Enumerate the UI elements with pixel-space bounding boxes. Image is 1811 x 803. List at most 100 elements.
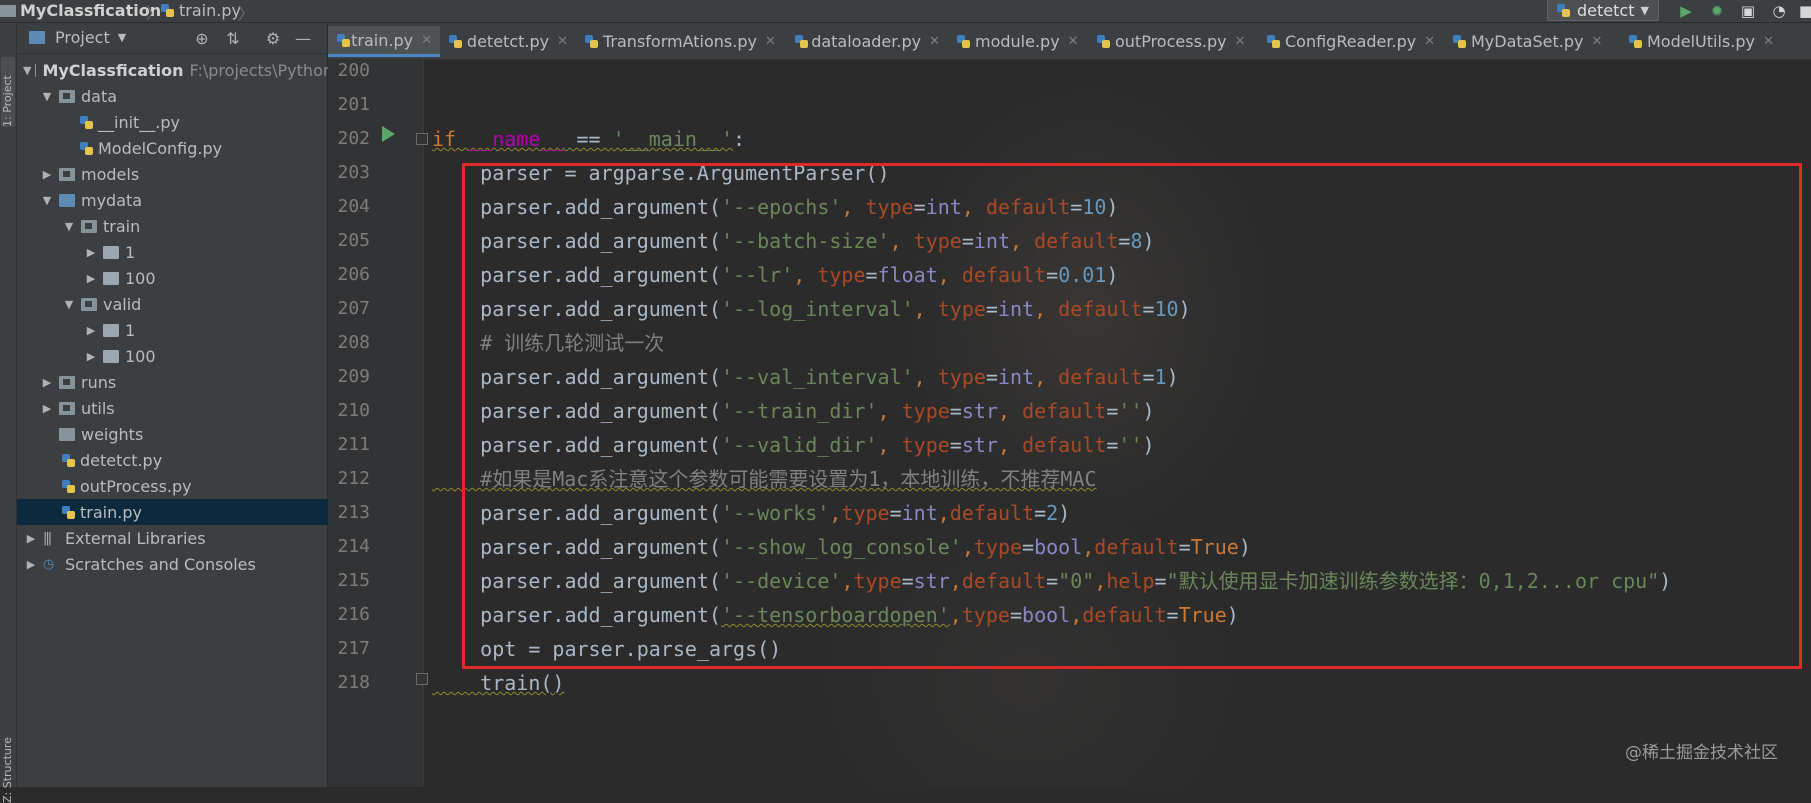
python-file-icon [1266,34,1281,49]
python-file-icon [1096,34,1111,49]
stop-icon[interactable]: ■ [1796,1,1811,21]
code-line-218: train() [432,671,565,695]
tab-label: detetct.py [466,32,550,51]
tree-item-runs[interactable]: ▶ runs [17,369,349,395]
debug-icon[interactable]: ✹ [1707,1,1727,21]
tree-item-train-folder[interactable]: ▼ train [17,213,371,239]
tree-item-scratches[interactable]: ▶ ◷ Scratches and Consoles [17,551,333,577]
structure-tool-window-button[interactable]: Z: Structure [1,713,15,803]
tree-item-label: Scratches and Consoles [65,554,256,574]
close-icon[interactable]: ✕ [1424,34,1435,49]
line-number: 205 [337,230,370,251]
run-configuration-label: detetct [1577,0,1635,20]
tree-item-models[interactable]: ▶ models [17,161,349,187]
close-icon[interactable]: ✕ [1591,34,1602,49]
tree-item-label: train.py [80,502,142,522]
collapse-arrow-icon[interactable]: ▶ [83,350,99,363]
code-token: '__main__' [612,127,734,151]
tab-dataloader-py[interactable]: dataloader.py ✕ [786,26,948,57]
tab-configreader-py[interactable]: ConfigReader.py ✕ [1258,26,1444,57]
tree-item-detetct-py[interactable]: detetct.py [17,447,371,473]
close-icon[interactable]: ✕ [1763,34,1774,49]
tab-train-py[interactable]: train.py ✕ [328,26,440,57]
tab-detetct-py[interactable]: detetct.py ✕ [440,26,576,57]
close-icon[interactable]: ✕ [557,34,568,49]
tab-mydataset-py[interactable]: MyDataSet.py ✕ [1444,26,1620,57]
tree-item-root[interactable]: ▼ MyClassfication F:\projects\Python [17,57,333,83]
tab-label: TransformAtions.py [603,32,757,51]
tree-item-outprocess-py[interactable]: outProcess.py [17,473,371,499]
breadcrumb-project[interactable]: MyClassfication [0,1,161,20]
close-icon[interactable]: ✕ [421,33,432,48]
project-panel-title: Project [55,28,110,47]
tree-item-label: data [81,86,118,106]
collapse-arrow-icon[interactable]: ▶ [39,402,55,415]
run-configuration-select[interactable]: detetct ▼ [1547,0,1659,21]
tree-item-data[interactable]: ▼ data [17,83,349,109]
folder-icon [0,4,16,17]
code-token: if [432,127,469,151]
collapse-arrow-icon[interactable]: ▶ [39,376,55,389]
close-icon[interactable]: ✕ [929,34,940,49]
tree-item-label: mydata [81,190,143,210]
tree-item-train-py[interactable]: train.py [17,499,371,525]
breadcrumb-separator: 〉 [238,4,255,23]
tree-item-weights[interactable]: ▶ weights [17,421,349,447]
project-tool-window-button[interactable]: 1: Project [1,57,15,127]
collapse-arrow-icon[interactable]: ▶ [23,558,39,571]
collapse-all-icon[interactable]: ⇅ [223,28,243,48]
python-file-icon [336,33,351,48]
package-folder-icon [59,375,75,389]
collapse-arrow-icon[interactable]: ▶ [39,168,55,181]
run-gutter-icon[interactable] [382,126,395,142]
tree-item-label: valid [103,294,142,314]
tab-outprocess-py[interactable]: outProcess.py ✕ [1088,26,1258,57]
gear-icon[interactable]: ⚙ [263,28,283,48]
scratches-icon: ◷ [43,556,54,572]
expand-arrow-icon[interactable]: ▼ [61,220,77,233]
folder-icon [59,193,75,207]
tree-item-mydata[interactable]: ▼ mydata [17,187,349,213]
close-icon[interactable]: ✕ [1068,34,1079,49]
tab-modelutils-py[interactable]: ModelUtils.py ✕ [1620,26,1788,57]
collapse-arrow-icon[interactable]: ▶ [83,324,99,337]
tab-module-py[interactable]: module.py ✕ [948,26,1088,57]
collapse-arrow-icon[interactable]: ▶ [83,272,99,285]
expand-arrow-icon[interactable]: ▼ [61,298,77,311]
run-icon[interactable]: ▶ [1676,1,1696,21]
fold-marker-icon[interactable] [416,673,428,685]
tree-item-valid-folder[interactable]: ▼ valid [17,291,371,317]
tab-transformations-py[interactable]: TransformAtions.py ✕ [576,26,786,57]
line-number: 211 [337,434,370,455]
highlight-box [462,163,1802,669]
expand-arrow-icon[interactable]: ▼ [23,64,31,77]
tree-item-utils[interactable]: ▶ utils [17,395,349,421]
line-number: 202 [337,128,370,149]
collapse-arrow-icon[interactable]: ▶ [83,246,99,259]
profile-icon[interactable]: ◔ [1769,1,1789,21]
expand-arrow-icon[interactable]: ▼ [39,194,55,207]
minimize-icon[interactable]: — [293,28,313,48]
line-number: 218 [337,672,370,693]
left-tool-strip: 1: Project Z: Structure [0,23,17,803]
breadcrumb-project-label: MyClassfication [20,1,162,20]
close-icon[interactable]: ✕ [1235,34,1246,49]
folder-icon [103,323,119,337]
tree-item-label: models [81,164,140,184]
python-file-icon [61,479,76,494]
watermark: @稀土掘金技术社区 [1625,743,1778,763]
collapse-arrow-icon[interactable]: ▶ [23,532,39,545]
locate-file-icon[interactable]: ⊕ [192,28,212,48]
close-icon[interactable]: ✕ [765,34,776,49]
tab-label: ConfigReader.py [1285,32,1417,51]
folder-icon [103,245,119,259]
breadcrumb-file[interactable]: train.py [160,1,241,20]
run-with-coverage-icon[interactable]: ▣ [1738,1,1758,21]
fold-marker-icon[interactable] [416,133,428,145]
project-view-selector[interactable]: Project ▼ [29,28,126,47]
breadcrumb-file-label: train.py [179,1,241,20]
expand-arrow-icon[interactable]: ▼ [39,90,55,103]
tree-item-external-libraries[interactable]: ▶ ||| External Libraries [17,525,333,551]
line-number: 210 [337,400,370,421]
folder-icon [103,271,119,285]
